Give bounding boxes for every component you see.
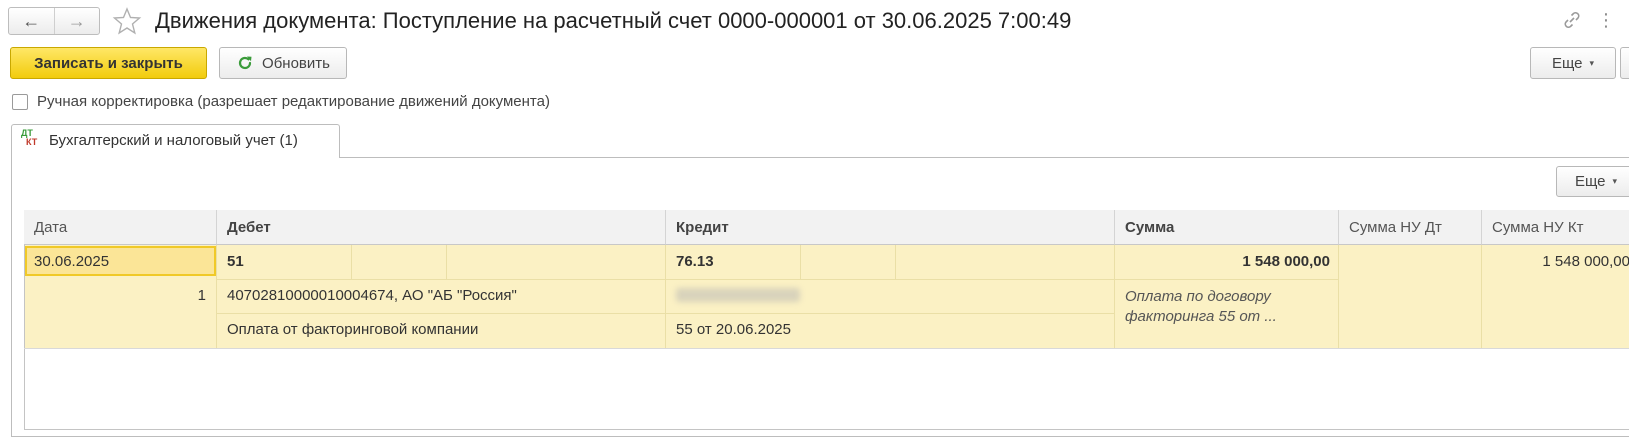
redacted-credit-subconto-1 [676,288,800,302]
star-icon[interactable] [112,6,142,36]
debit-subconto-1[interactable]: 40702810000010004674, АО "АБ "Россия" [227,286,517,306]
more-button[interactable]: Еще ▾ [1530,47,1616,79]
page-title: Движения документа: Поступление на расче… [155,8,1072,33]
amount-value[interactable]: 1 548 000,00 [1115,252,1330,272]
manual-edit-checkbox[interactable] [12,94,28,110]
link-icon[interactable] [1561,9,1583,31]
arrow-right-icon: → [67,10,86,31]
table-more-button[interactable]: Еще ▾ [1556,166,1629,197]
refresh-button[interactable]: Обновить [219,47,347,79]
column-header-credit[interactable]: Кредит [666,210,1115,245]
more-vertical-icon[interactable]: ⋮ [1597,10,1615,30]
refresh-label: Обновить [262,54,330,72]
divider [216,245,217,348]
column-header-amount[interactable]: Сумма [1115,210,1339,245]
tab-accounting-label: Бухгалтерский и налоговый учет (1) [49,132,298,149]
table-more-label: Еще [1574,173,1606,190]
navigation-buttons: ← → [8,7,100,35]
debit-account[interactable]: 51 [227,252,244,272]
column-header-debit[interactable]: Дебет [217,210,666,245]
divider [895,245,896,279]
more-label: Еще [1551,54,1583,72]
debit-subconto-2[interactable]: Оплата от факторинговой компании [227,320,478,340]
forward-button[interactable]: → [53,8,100,34]
credit-account[interactable]: 76.13 [676,252,714,272]
divider [24,348,1629,349]
divider [351,245,352,279]
date-value: 30.06.2025 [34,253,110,270]
divider [665,245,666,348]
line-number: 1 [197,287,206,304]
help-button[interactable] [1620,47,1629,79]
divider [446,245,447,279]
divider [216,313,1114,314]
divider [800,245,801,279]
credit-subconto-2[interactable]: 55 от 20.06.2025 [676,320,791,340]
column-header-date[interactable]: Дата [24,210,217,245]
kt-label: КТ [26,137,38,147]
divider [1338,245,1339,348]
back-button[interactable]: ← [9,8,54,34]
column-header-amount-nu-dt[interactable]: Сумма НУ Дт [1339,210,1482,245]
operation-content[interactable]: Оплата по договору факторинга 55 от ... [1125,287,1330,327]
column-header-amount-nu-kt[interactable]: Сумма НУ Кт [1482,210,1629,245]
chevron-down-icon: ▾ [1589,57,1595,68]
amount-nu-kt-value[interactable]: 1 548 000,00 [1482,252,1629,272]
arrow-left-icon: ← [22,10,41,31]
divider [216,279,1338,280]
refresh-icon [238,56,252,70]
manual-edit-label[interactable]: Ручная корректировка (разрешает редактир… [37,92,550,112]
dt-kt-icon: ДТ КТ [21,129,43,151]
chevron-down-icon: ▾ [1612,176,1618,186]
save-and-close-button[interactable]: Записать и закрыть [10,47,207,79]
